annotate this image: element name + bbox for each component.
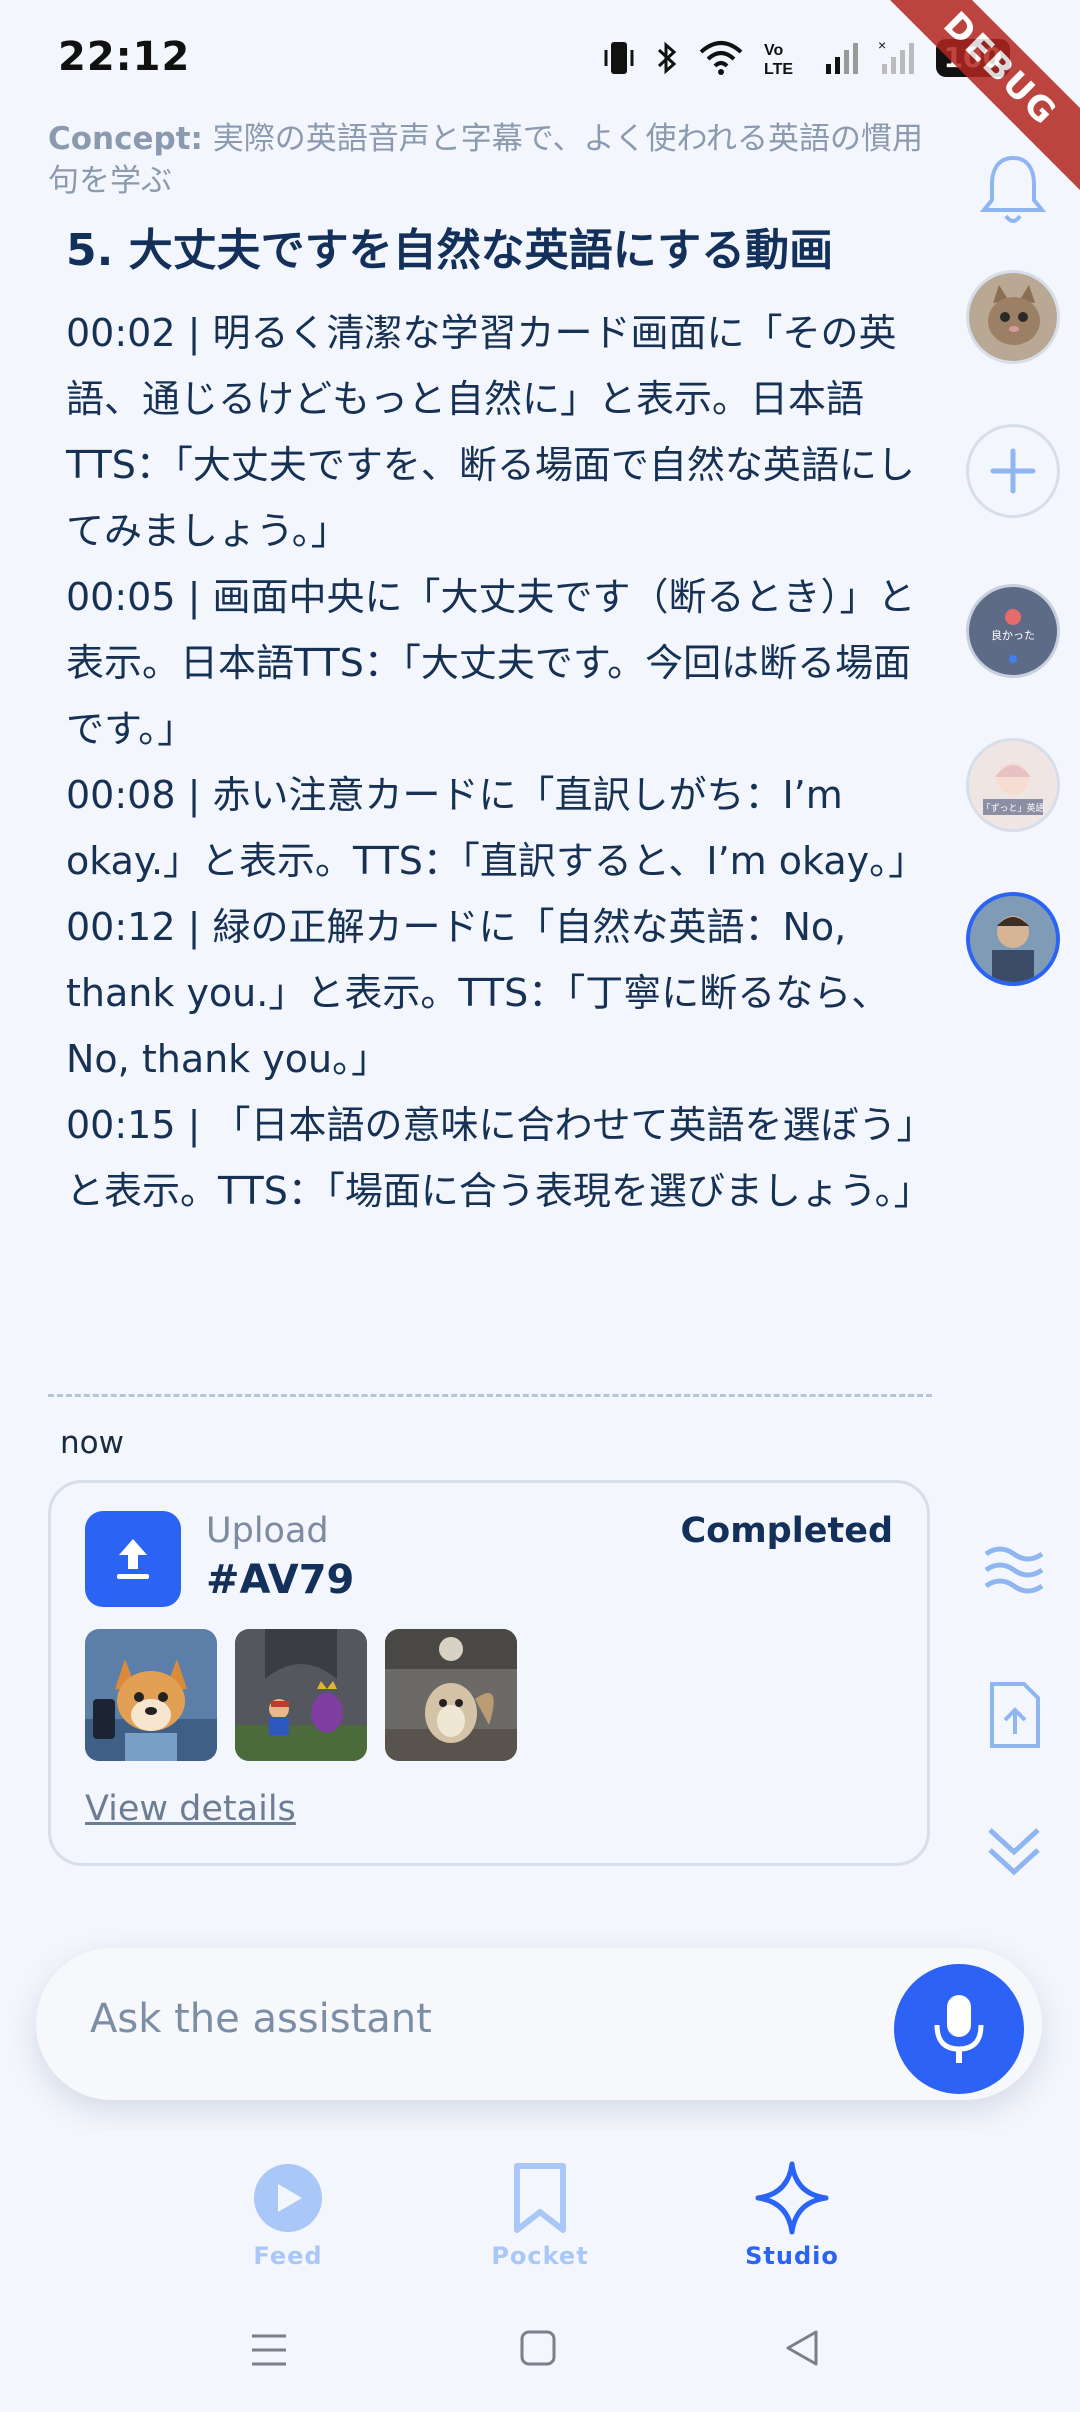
thumbnail-row <box>85 1629 517 1761</box>
microphone-icon <box>934 1995 984 2063</box>
script-line: 00:08 | 赤い注意カードに「直訳しがち：I’m okay.」と表示。TTS… <box>66 773 927 883</box>
message-timestamp: now <box>60 1425 124 1461</box>
upload-id: #AV79 <box>206 1557 355 1603</box>
wifi-icon <box>698 40 744 76</box>
notifications-button[interactable] <box>966 140 1060 234</box>
back-icon[interactable] <box>782 2328 822 2368</box>
vibrate-icon <box>602 38 636 78</box>
double-chevron-down-icon[interactable] <box>984 1822 1044 1882</box>
corgi-thumbnail[interactable] <box>85 1629 217 1761</box>
concept-text: Concept: 実際の英語音声と字幕で、よく使われる英語の慣用句を学ぶ <box>48 118 928 202</box>
avatar-good-job[interactable]: 良かった <box>966 584 1060 678</box>
assistant-bar[interactable]: Ask the assistant <box>36 1948 1042 2100</box>
assistant-input[interactable]: Ask the assistant <box>90 1996 432 2042</box>
upload-icon <box>85 1511 181 1607</box>
script-line: 00:02 | 明るく清潔な学習カード画面に「その英語、通じるけどもっと自然に」… <box>66 311 915 553</box>
section-title: 5. 大丈夫ですを自然な英語にする動画 <box>66 225 834 276</box>
file-upload-icon[interactable] <box>986 1680 1044 1750</box>
avatar-cat[interactable] <box>966 270 1060 364</box>
script-body: 00:02 | 明るく清潔な学習カード画面に「その英語、通じるけどもっと自然に」… <box>66 300 932 1224</box>
pixel-knight-thumbnail[interactable] <box>235 1629 367 1761</box>
squirrel-station-thumbnail[interactable] <box>385 1629 517 1761</box>
upload-type-label: Upload <box>206 1511 329 1551</box>
waves-icon[interactable] <box>982 1540 1046 1600</box>
script-line: 00:12 | 緑の正解カードに「自然な英語：No, thank you.」と表… <box>66 905 890 1081</box>
svg-text:LTE: LTE <box>764 61 793 78</box>
bookmark-icon <box>514 2163 566 2233</box>
status-time: 22:12 <box>58 34 191 80</box>
system-nav-bar <box>0 2290 1080 2412</box>
bluetooth-icon <box>654 38 680 78</box>
upload-status: Completed <box>680 1511 893 1551</box>
nav-pocket-label: Pocket <box>491 2242 589 2270</box>
status-bar: 22:12 VoLTE × 100 DEBUG <box>0 0 1080 196</box>
svg-text:×: × <box>878 38 886 53</box>
view-details-link[interactable]: View details <box>85 1789 296 1829</box>
script-line: 00:05 | 画面中央に「大丈夫です（断るとき）」と表示。日本語TTS：「大丈… <box>66 575 916 751</box>
svg-text:Vo: Vo <box>764 42 783 59</box>
svg-text:「ずっと」英語: 「ずっと」英語 <box>981 802 1044 814</box>
script-line: 00:15 | 「日本語の意味に合わせて英語を選ぼう」と表示。TTS：「場面に合… <box>66 1103 932 1213</box>
avatar-girl[interactable]: 「ずっと」英語 <box>966 738 1060 832</box>
mic-button[interactable] <box>894 1964 1024 2094</box>
svg-text:良かった: 良かった <box>991 628 1035 642</box>
avatar-man[interactable] <box>966 892 1060 986</box>
home-icon[interactable] <box>518 2328 558 2368</box>
nav-studio-label: Studio <box>745 2242 839 2270</box>
plus-icon <box>990 448 1036 494</box>
nav-pocket[interactable]: Pocket <box>440 2160 640 2270</box>
add-chat-button[interactable] <box>966 424 1060 518</box>
volte-icon: Vo LTE <box>762 38 806 78</box>
sparkle-icon <box>755 2161 829 2235</box>
nav-studio[interactable]: Studio <box>692 2160 892 2270</box>
signal-icon <box>824 40 860 76</box>
nav-feed[interactable]: Feed <box>188 2160 388 2270</box>
recents-icon[interactable] <box>248 2330 290 2370</box>
right-rail: 良かった 「ずっと」英語 <box>960 0 1080 2000</box>
play-icon <box>254 2164 322 2232</box>
nav-feed-label: Feed <box>253 2242 323 2270</box>
concept-label: Concept: <box>48 121 203 157</box>
divider <box>48 1394 932 1397</box>
signal-2-icon: × <box>878 38 918 78</box>
bell-icon <box>979 155 1047 223</box>
bottom-nav: Feed Pocket Studio <box>0 2130 1080 2270</box>
upload-card[interactable]: Upload #AV79 Completed View details <box>48 1480 930 1866</box>
